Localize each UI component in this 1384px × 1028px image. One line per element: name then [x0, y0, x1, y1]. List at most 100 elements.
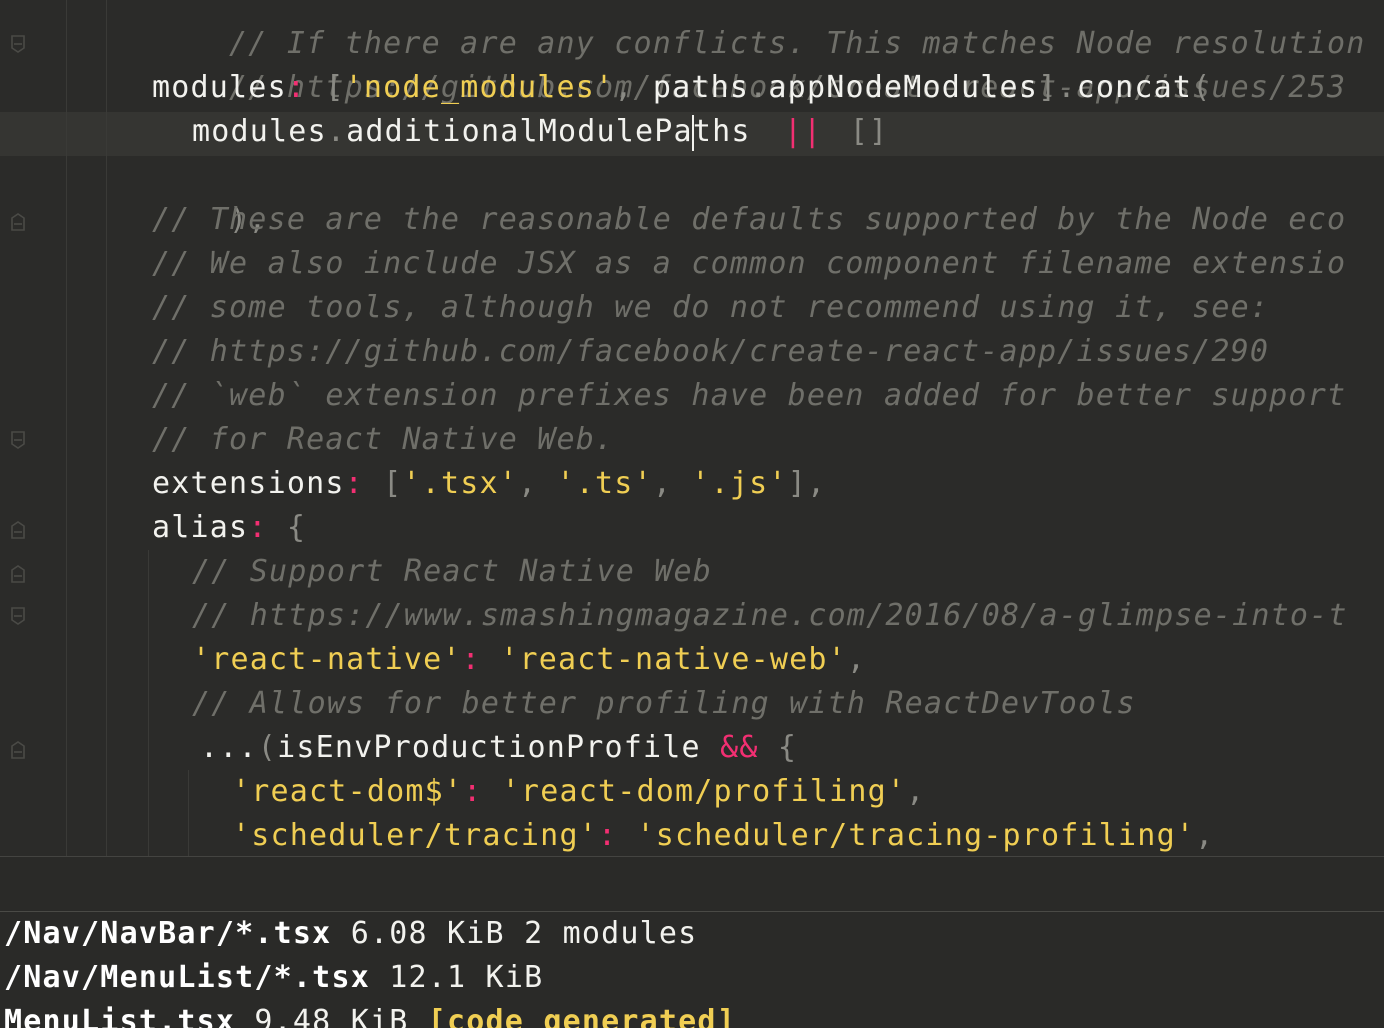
code-string: 'react-native-web' [480, 642, 847, 677]
code-string: 'react-dom$' [232, 774, 464, 809]
code-bracket: ] [1038, 70, 1058, 105]
code-line[interactable]: ...(isEnvProductionProfile && { [200, 726, 797, 770]
code-comment: // We also include JSX as a common compo… [152, 246, 1347, 281]
code-line[interactable]: 'react-dom$': 'react-dom/profiling', [232, 770, 925, 814]
code-line[interactable]: // These are the reasonable defaults sup… [152, 198, 1346, 242]
terminal-info: 9.48 KiB [235, 1004, 428, 1028]
code-line[interactable]: // https://github.com/facebook/create-re… [152, 330, 1269, 374]
code-dot: . [326, 114, 347, 149]
code-colon: : [463, 774, 483, 809]
code-colon: : [286, 70, 307, 105]
code-dot: . [1057, 70, 1077, 105]
code-brace: { [267, 510, 307, 545]
code-string: 'scheduler/tracing' [232, 818, 598, 853]
code-comment: // Allows for better profiling with Reac… [192, 686, 1136, 721]
code-operator: && [720, 730, 759, 765]
fold-close-icon[interactable] [10, 34, 26, 54]
code-bracket: [ [363, 466, 403, 501]
code-line-current[interactable]: modules.additionalModulePaths || [] [192, 110, 888, 154]
code-editor[interactable]: // If there are any conflicts. This matc… [0, 0, 1384, 856]
code-string: 'node_modules' [344, 70, 615, 105]
code-colon: : [597, 818, 618, 853]
code-comma: , [846, 642, 867, 677]
terminal-line: MenuList.tsx 9.48 KiB [code generated] [4, 1000, 736, 1028]
code-comma: , [614, 70, 634, 105]
code-comment: // These are the reasonable defaults sup… [152, 202, 1347, 237]
code-comment: // for React Native Web. [152, 422, 615, 457]
indent-guide [66, 0, 67, 856]
code-line[interactable]: // If there are any conflicts. This matc… [152, 0, 1384, 61]
fold-open-icon[interactable] [10, 212, 26, 232]
terminal-line: /Nav/NavBar/*.tsx 6.08 KiB 2 modules [4, 912, 697, 956]
terminal-line: /Nav/MenuList/*.tsx 12.1 KiB [4, 956, 543, 1000]
code-comment: // `web` extension prefixes have been ad… [152, 378, 1347, 413]
code-colon: : [248, 510, 268, 545]
code-comment: // Support React Native Web [192, 554, 713, 589]
terminal-path: /Nav/MenuList/*.tsx [4, 960, 370, 995]
code-bracket: ], [787, 466, 827, 501]
code-line[interactable]: alias: { [152, 506, 306, 550]
code-line[interactable]: // https://github.com/facebook/create-re… [152, 22, 1346, 105]
code-identifier: concat [1076, 70, 1193, 105]
code-line[interactable]: 'scheduler/tracing': 'scheduler/tracing-… [232, 814, 1214, 856]
code-line[interactable]: 'react-native': 'react-native-web', [192, 638, 866, 682]
fold-open-icon[interactable] [10, 520, 26, 540]
code-line[interactable]: // some tools, although we do not recomm… [152, 286, 1269, 330]
code-comment: // https://github.com/facebook/create-re… [152, 334, 1270, 369]
fold-open-icon[interactable] [10, 564, 26, 584]
code-operator: || [783, 114, 823, 149]
code-line[interactable]: // for React Native Web. [152, 418, 614, 462]
code-comment: // some tools, although we do not recomm… [152, 290, 1270, 325]
code-string: '.ts' [537, 466, 653, 501]
terminal-path: MenuList.tsx [4, 1004, 236, 1028]
code-identifier: paths [633, 70, 750, 105]
code-bracket: [ [306, 70, 345, 105]
code-identifier: isEnvProductionProfile [277, 730, 701, 765]
fold-close-icon[interactable] [10, 430, 26, 450]
code-dot: . [749, 70, 769, 105]
code-identifier: additionalModulePa [346, 114, 693, 149]
code-identifier: modules [192, 114, 327, 149]
code-comma: , [906, 774, 926, 809]
code-line[interactable]: // Allows for better profiling with Reac… [192, 682, 1136, 726]
code-paren: ( [1192, 70, 1212, 105]
code-line[interactable]: // Support React Native Web [192, 550, 712, 594]
code-string: 'scheduler/tracing-profiling' [617, 818, 1196, 853]
fold-open-icon[interactable] [10, 740, 26, 760]
code-comma: , [652, 466, 673, 501]
code-array: [] [849, 114, 889, 149]
code-line[interactable]: modules: ['node_modules', paths.appNodeM… [152, 66, 1211, 110]
code-string: '.js' [672, 466, 788, 501]
code-string: '.tsx' [402, 466, 518, 501]
code-colon: : [461, 642, 481, 677]
terminal-tag: [code generated] [427, 1004, 736, 1028]
code-line[interactable]: ), [152, 154, 268, 237]
code-spread: ... [200, 730, 258, 765]
code-key: alias [152, 510, 249, 545]
code-identifier: appNodeModules [768, 70, 1039, 105]
indent-guide [188, 770, 189, 856]
code-comma: , [518, 466, 538, 501]
code-identifier: ths [692, 114, 751, 149]
code-colon: : [344, 466, 364, 501]
code-line[interactable]: // We also include JSX as a common compo… [152, 242, 1346, 286]
terminal-info: 6.08 KiB 2 modules [331, 916, 698, 951]
code-comment: // https://www.smashingmagazine.com/2016… [192, 598, 1348, 633]
editor-gutter [0, 0, 40, 856]
code-string: 'react-dom/profiling' [482, 774, 907, 809]
code-comma: , [1195, 818, 1215, 853]
fold-close-icon[interactable] [10, 606, 26, 626]
indent-guide [106, 0, 107, 856]
terminal-panel[interactable]: /Nav/NavBar/*.tsx 6.08 KiB 2 modules /Na… [0, 856, 1384, 1028]
code-paren: ( [257, 730, 278, 765]
code-line[interactable]: // https://www.smashingmagazine.com/2016… [192, 594, 1348, 638]
code-key: extensions [152, 466, 345, 501]
terminal-info: 12.1 KiB [369, 960, 544, 995]
code-key: modules [152, 70, 287, 105]
code-string: 'react-native' [192, 642, 462, 677]
indent-guide [148, 550, 149, 856]
code-line[interactable]: // `web` extension prefixes have been ad… [152, 374, 1346, 418]
code-line[interactable]: extensions: ['.tsx', '.ts', '.js'], [152, 462, 826, 506]
terminal-path: /Nav/NavBar/*.tsx [4, 916, 332, 951]
code-brace: { [758, 730, 798, 765]
